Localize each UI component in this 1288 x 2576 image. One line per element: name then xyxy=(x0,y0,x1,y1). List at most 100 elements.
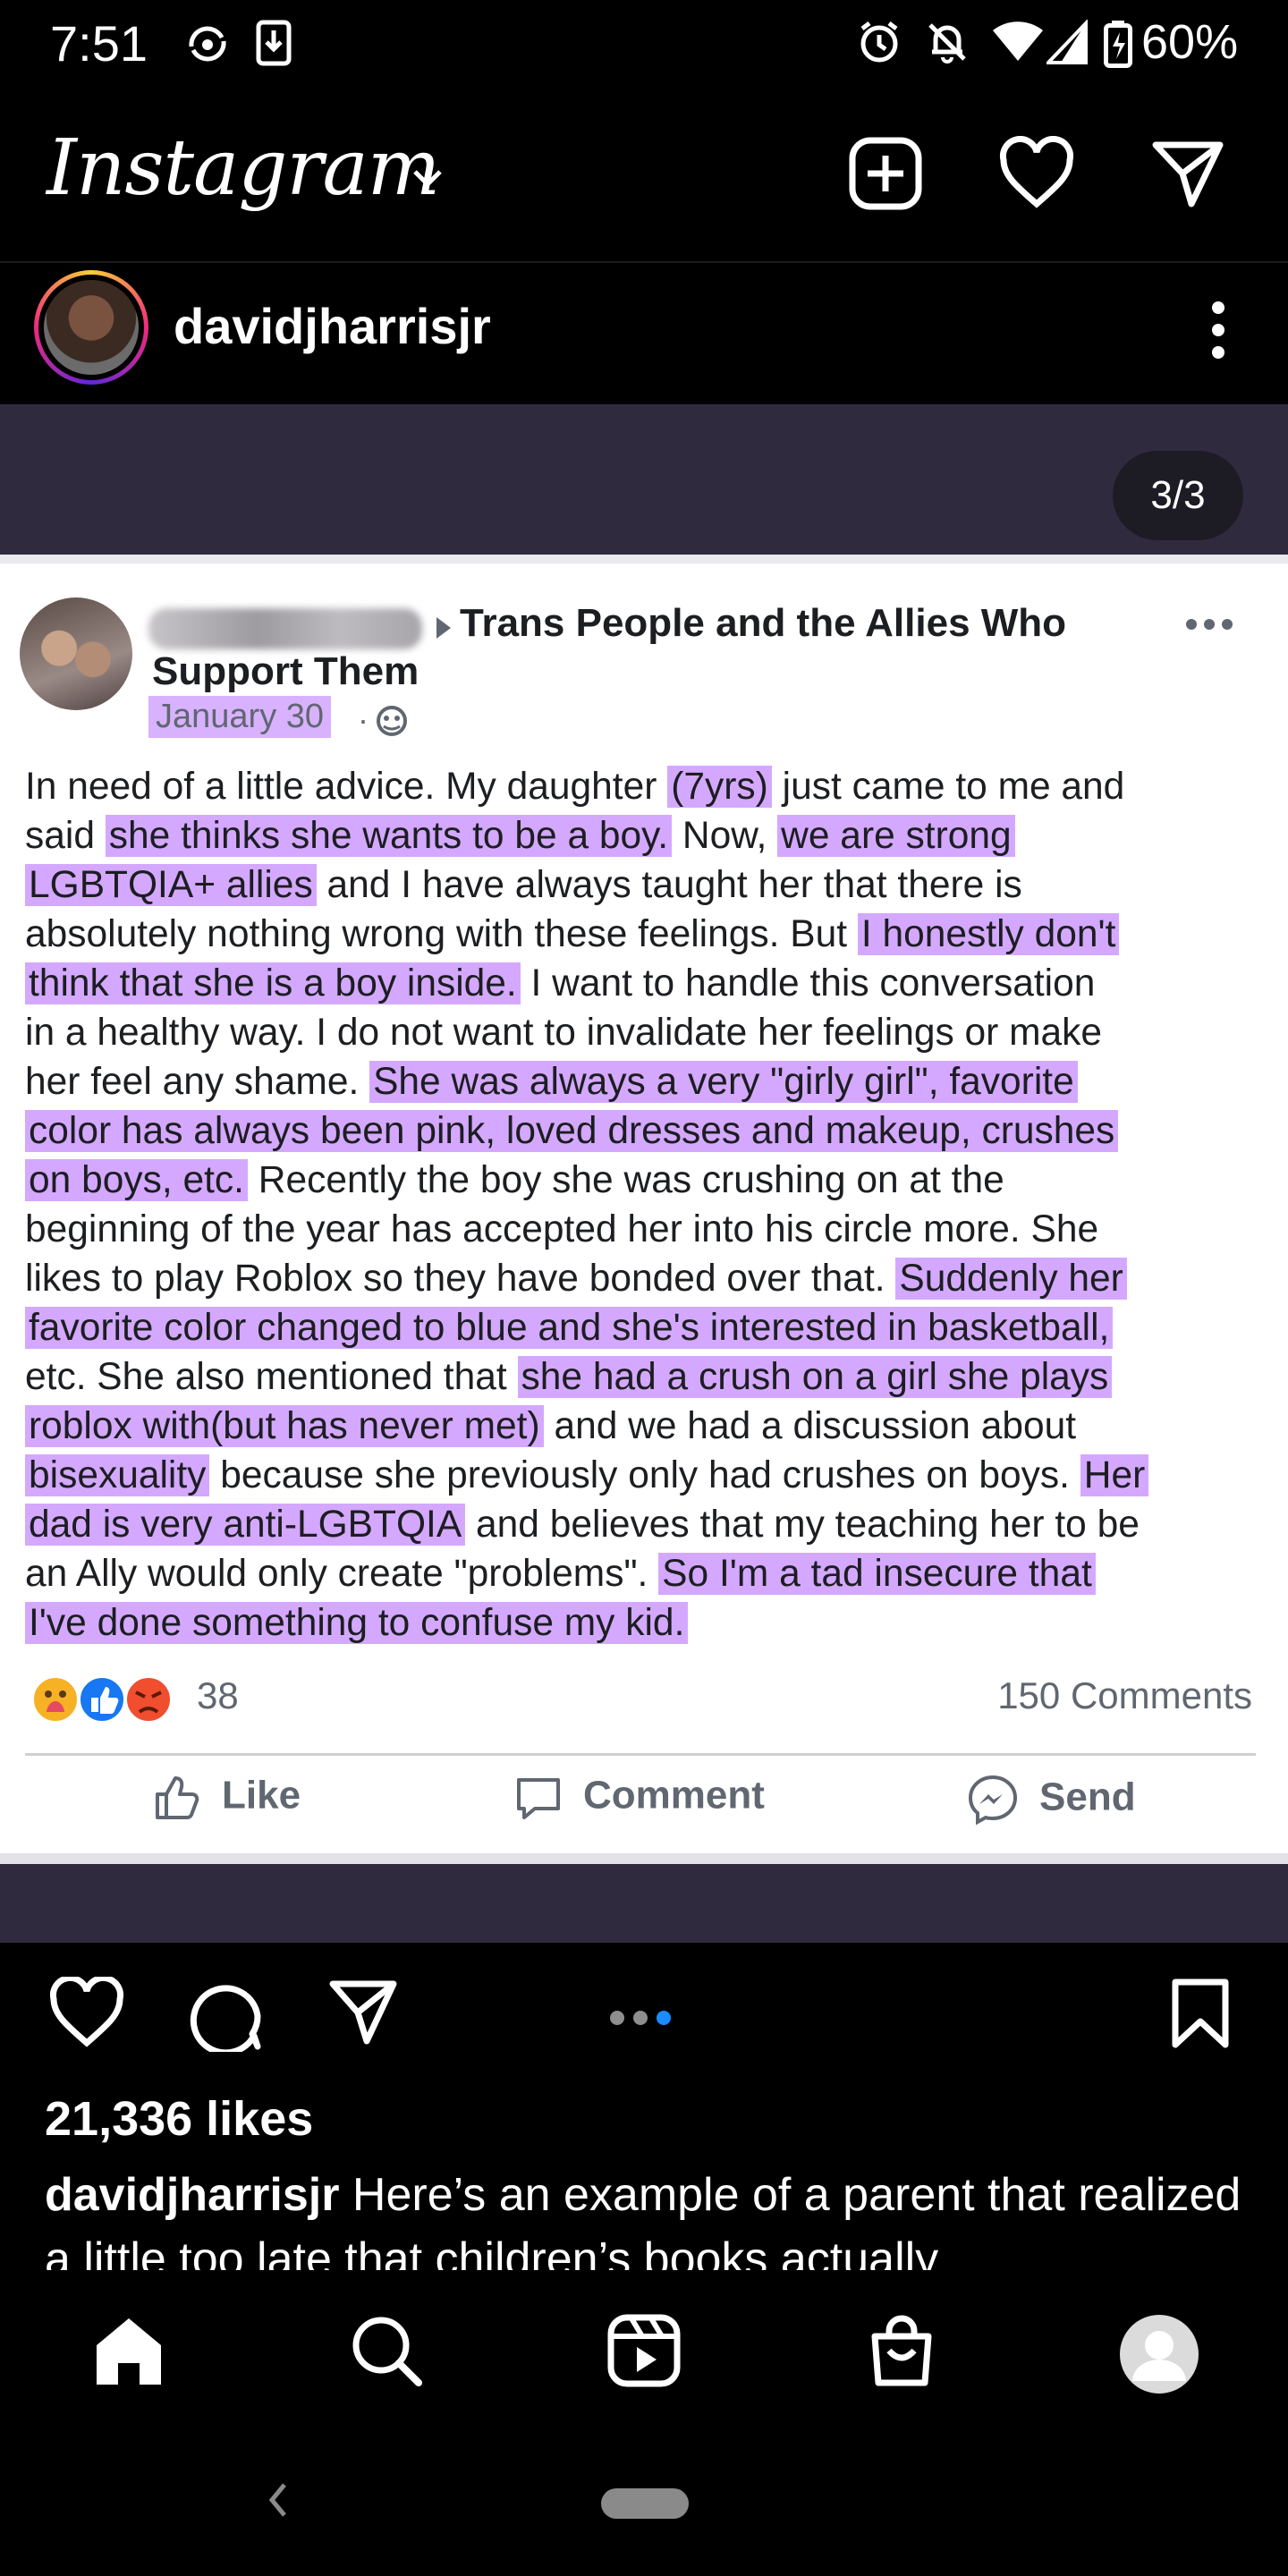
sync-icon xyxy=(189,26,226,62)
caption-username[interactable]: davidjharrisjr xyxy=(45,2169,339,2221)
instagram-logo[interactable]: Instagram xyxy=(47,123,440,213)
post-text-segment: In need of a little advice. My daughter xyxy=(25,766,668,808)
plus-square-icon[interactable] xyxy=(848,136,923,211)
comment-count: 150 Comments xyxy=(997,1674,1252,1716)
messenger-icon xyxy=(968,1775,1018,1826)
group-name-line2: Support Them xyxy=(152,649,419,693)
post-text-segment: because she previously only had crushes … xyxy=(209,1454,1080,1496)
carousel-counter: 3/3 xyxy=(1113,451,1243,540)
app-header: Instagram xyxy=(0,116,1288,250)
highlighted-text: So I'm a tad insecure that xyxy=(658,1553,1096,1595)
group-privacy-icon xyxy=(377,706,407,736)
post-caption: davidjharrisjr Here’s an example of a pa… xyxy=(45,2163,1279,2270)
back-icon[interactable] xyxy=(265,2478,292,2522)
post-text-segment: I want to handle this conversation xyxy=(520,962,1096,1004)
post-line: etc. She also mentioned that she had a c… xyxy=(25,1352,1270,1402)
status-bar: 7:51 60% xyxy=(0,0,1288,89)
post-text-segment: her feel any shame. xyxy=(25,1061,370,1103)
card-divider xyxy=(25,1753,1256,1756)
post-text-segment: Now, xyxy=(672,815,778,857)
post-line: In need of a little advice. My daughter … xyxy=(25,762,1270,811)
facebook-post-screenshot: Trans People and the Allies Who Support … xyxy=(0,555,1288,1864)
comment-icon[interactable] xyxy=(188,1977,263,2052)
bell-off-icon xyxy=(928,23,966,64)
post-author-row: davidjharrisjr xyxy=(0,265,1288,404)
like-heart-icon[interactable] xyxy=(48,1977,125,2048)
highlighted-text: she had a crush on a girl she plays xyxy=(517,1356,1113,1398)
send-icon[interactable] xyxy=(1150,136,1225,211)
arrow-right-icon xyxy=(436,617,451,639)
comment-bubble-icon xyxy=(517,1778,560,1819)
highlighted-text: she thinks she wants to be a boy. xyxy=(105,815,673,857)
highlighted-text: dad is very anti-LGBTQIA xyxy=(25,1504,466,1546)
wifi-icon xyxy=(993,21,1043,61)
battery-icon xyxy=(1104,21,1132,68)
fb-more-icon xyxy=(1186,619,1233,630)
fb-like-action: Like xyxy=(152,1773,301,1823)
like-count[interactable]: 21,336 likes xyxy=(45,2091,313,2147)
post-text-segment: an Ally would only create "problems". xyxy=(25,1553,659,1595)
post-text-segment: absolutely nothing wrong with these feel… xyxy=(25,913,858,955)
search-icon[interactable] xyxy=(349,2313,424,2388)
chevron-down-icon[interactable] xyxy=(410,166,445,191)
fb-post-body: In need of a little advice. My daughter … xyxy=(25,762,1270,1648)
post-line: her feel any shame. She was always a ver… xyxy=(25,1057,1270,1106)
highlighted-text: we are strong xyxy=(777,815,1015,857)
highlighted-text: (7yrs) xyxy=(667,766,772,808)
fb-comment-action: Comment xyxy=(513,1773,765,1823)
signal-icon xyxy=(1046,20,1088,64)
comment-label: Comment xyxy=(583,1773,765,1818)
post-line: roblox with(but has never met) and we ha… xyxy=(25,1402,1270,1451)
download-icon xyxy=(256,20,292,66)
reaction-count: 38 xyxy=(197,1674,239,1716)
separator: · xyxy=(358,701,369,738)
heart-icon[interactable] xyxy=(998,136,1075,211)
post-text-segment: and we had a discussion about xyxy=(543,1405,1077,1447)
highlighted-text: LGBTQIA+ allies xyxy=(25,864,317,906)
reels-icon[interactable] xyxy=(606,2313,682,2388)
carousel-dots xyxy=(610,2011,680,2029)
post-text-segment: and believes that my teaching her to be xyxy=(465,1504,1140,1546)
highlighted-text: think that she is a boy inside. xyxy=(25,962,521,1004)
highlighted-text: color has always been pink, loved dresse… xyxy=(25,1110,1119,1152)
author-username[interactable]: davidjharrisjr xyxy=(174,297,491,355)
profile-icon[interactable] xyxy=(1118,2313,1200,2395)
post-line: absolutely nothing wrong with these feel… xyxy=(25,910,1270,959)
bottom-nav xyxy=(0,2270,1288,2431)
alarm-icon xyxy=(860,21,898,63)
send-label: Send xyxy=(1039,1775,1136,1819)
post-text-segment: Recently the boy she was crushing on at … xyxy=(247,1159,1004,1201)
post-text-segment: and I have always taught her that there … xyxy=(316,864,1022,906)
share-icon[interactable] xyxy=(327,1977,399,2048)
home-icon[interactable] xyxy=(91,2313,166,2388)
post-line: favorite color changed to blue and she's… xyxy=(25,1303,1270,1352)
post-text-segment: said xyxy=(25,815,106,857)
author-avatar[interactable] xyxy=(34,270,148,385)
fb-avatar xyxy=(20,597,132,710)
post-line: color has always been pink, loved dresse… xyxy=(25,1106,1270,1156)
post-line: dad is very anti-LGBTQIA and believes th… xyxy=(25,1500,1270,1549)
highlighted-text: roblox with(but has never met) xyxy=(25,1405,544,1447)
shop-icon[interactable] xyxy=(864,2313,939,2388)
like-label: Like xyxy=(222,1773,301,1818)
home-gesture-pill[interactable] xyxy=(601,2488,689,2519)
header-divider xyxy=(0,261,1288,263)
highlighted-text: Suddenly her xyxy=(895,1258,1127,1300)
system-nav-bar xyxy=(0,2433,1288,2576)
highlighted-text: on boys, etc. xyxy=(25,1159,248,1201)
highlighted-text: Her xyxy=(1080,1454,1149,1496)
post-line: bisexuality because she previously only … xyxy=(25,1451,1270,1500)
thumbs-up-icon xyxy=(156,1776,199,1819)
post-line: an Ally would only create "problems". So… xyxy=(25,1549,1270,1598)
post-line: in a healthy way. I do not want to inval… xyxy=(25,1008,1270,1057)
post-text-segment: in a healthy way. I do not want to inval… xyxy=(25,1012,1103,1054)
blurred-name xyxy=(148,608,422,649)
post-line: I've done something to confuse my kid. xyxy=(25,1598,1270,1648)
bookmark-icon[interactable] xyxy=(1170,1977,1231,2048)
highlighted-text: I've done something to confuse my kid. xyxy=(25,1602,689,1644)
post-text-segment: just came to me and xyxy=(771,766,1125,808)
post-text-segment: likes to play Roblox so they have bonded… xyxy=(25,1258,896,1300)
highlighted-text: favorite color changed to blue and she's… xyxy=(25,1307,1114,1349)
post-line: LGBTQIA+ allies and I have always taught… xyxy=(25,860,1270,910)
more-options-icon[interactable] xyxy=(1208,299,1229,361)
